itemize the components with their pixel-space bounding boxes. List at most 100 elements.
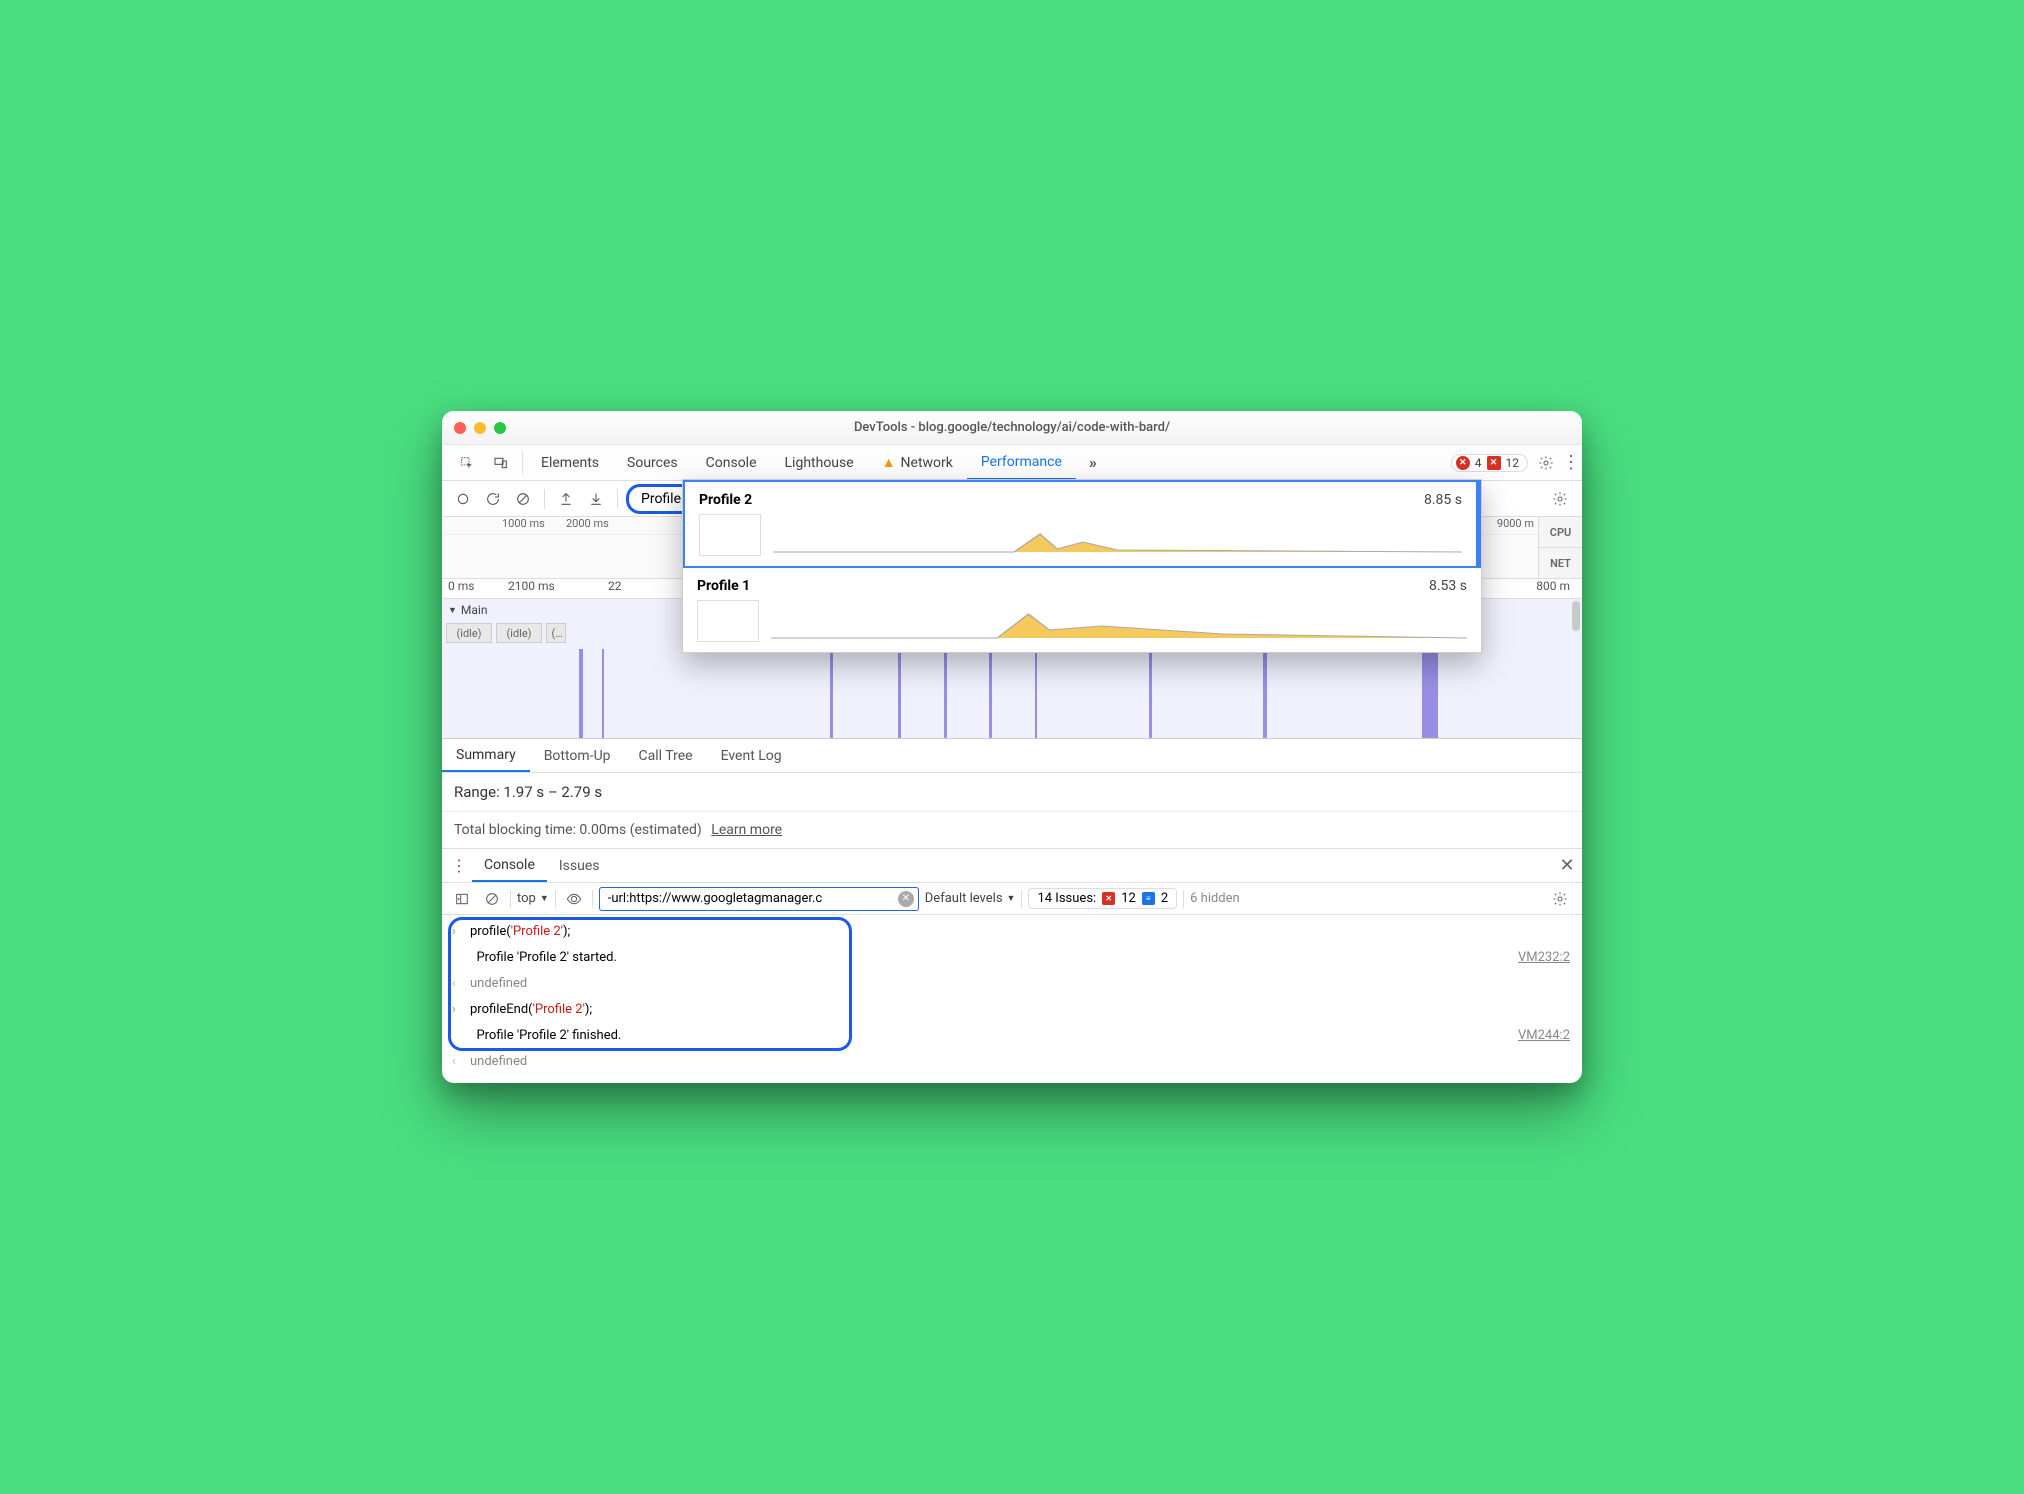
more-tabs-icon[interactable]: » <box>1076 445 1110 480</box>
devtools-window: DevTools - blog.google/technology/ai/cod… <box>442 411 1582 1083</box>
console-glyph <box>452 947 470 969</box>
titlebar: DevTools - blog.google/technology/ai/cod… <box>442 411 1582 445</box>
profile-duration: 8.85 s <box>1424 492 1462 508</box>
blocking-time-row: Total blocking time: 0.00ms (estimated) … <box>442 812 1582 849</box>
console-filter-input[interactable]: -url:https://www.googletagmanager.c ✕ <box>599 887 919 911</box>
scrollbar-thumb[interactable] <box>1572 601 1580 631</box>
collapse-icon: ▼ <box>448 605 457 616</box>
clear-filter-icon[interactable]: ✕ <box>898 891 914 907</box>
cpu-label: CPU <box>1539 517 1582 548</box>
live-expression-icon[interactable] <box>562 891 586 907</box>
issue-info-icon: ≡ <box>1142 892 1155 905</box>
console-text: profile('Profile 2'); <box>470 921 1570 943</box>
issues-count: 12 <box>1506 456 1520 470</box>
console-glyph <box>452 1025 470 1047</box>
chevron-down-icon: ▼ <box>1007 893 1016 904</box>
context-label: top <box>517 891 536 906</box>
profile-duration: 8.53 s <box>1429 578 1467 594</box>
profile-item-1[interactable]: Profile 1 8.53 s <box>683 568 1481 652</box>
drawer-tab-issues[interactable]: Issues <box>547 849 612 882</box>
reload-record-icon[interactable] <box>480 486 506 512</box>
console-glyph: › <box>452 999 470 1021</box>
drawer-tab-console[interactable]: Console <box>472 849 547 882</box>
console-settings-icon[interactable] <box>1546 891 1574 907</box>
tick-label: 2000 ms <box>562 517 682 534</box>
profile-wave <box>771 600 1467 640</box>
chevron-down-icon: ▼ <box>540 893 549 904</box>
issue-error-icon: ✕ <box>1102 892 1115 905</box>
tick-label: 0 ms <box>442 579 502 598</box>
download-icon[interactable] <box>583 486 609 512</box>
errors-badge[interactable]: ✕ 4 ✕ 12 <box>1451 454 1528 472</box>
console-line[interactable]: Profile 'Profile 2' started.VM232:2 <box>442 945 1582 971</box>
issues-err-count: 12 <box>1121 891 1136 906</box>
console-line[interactable]: Profile 'Profile 2' finished.VM244:2 <box>442 1023 1582 1049</box>
settings-icon[interactable] <box>1532 445 1560 480</box>
source-link[interactable]: VM244:2 <box>1518 1025 1570 1047</box>
console-sidebar-icon[interactable] <box>450 891 474 907</box>
console-text: undefined <box>470 973 1570 995</box>
record-icon[interactable] <box>450 486 476 512</box>
main-label-text: Main <box>461 603 488 617</box>
console-toolbar: top ▼ -url:https://www.googletagmanager.… <box>442 883 1582 915</box>
console-glyph: ‹ <box>452 973 470 995</box>
source-link[interactable]: VM232:2 <box>1518 947 1570 969</box>
learn-more-link[interactable]: Learn more <box>711 822 782 838</box>
console-clear-icon[interactable] <box>480 891 504 907</box>
tab-call-tree[interactable]: Call Tree <box>625 739 707 772</box>
drawer-kebab-icon[interactable]: ⋮ <box>446 849 472 882</box>
issues-info-count: 2 <box>1161 891 1168 906</box>
summary-tabs: Summary Bottom-Up Call Tree Event Log <box>442 739 1582 773</box>
log-levels-select[interactable]: Default levels ▼ <box>925 891 1016 906</box>
kebab-menu-icon[interactable]: ⋮ <box>1560 445 1582 480</box>
profile-thumbnail <box>699 514 761 556</box>
device-toggle-icon[interactable] <box>484 445 518 480</box>
idle-block[interactable]: (idle) <box>446 623 492 643</box>
tick-label: 1000 ms <box>442 517 562 534</box>
idle-block[interactable]: (idle) <box>496 623 542 643</box>
tab-sources[interactable]: Sources <box>613 445 692 480</box>
upload-icon[interactable] <box>553 486 579 512</box>
main-tabs: Elements Sources Console Lighthouse ▲ Ne… <box>442 445 1582 481</box>
inspect-icon[interactable] <box>450 445 484 480</box>
profile-name: Profile 2 <box>699 492 752 508</box>
task-block[interactable]: (… <box>546 623 566 643</box>
flame-strips <box>442 649 1582 738</box>
tab-console[interactable]: Console <box>692 445 771 480</box>
console-glyph: › <box>452 921 470 943</box>
console-text: profileEnd('Profile 2'); <box>470 999 1570 1021</box>
tick-label: 9000 m <box>1493 517 1534 534</box>
perf-settings-icon[interactable] <box>1546 491 1574 507</box>
clear-icon[interactable] <box>510 486 536 512</box>
console-line[interactable]: ‹undefined <box>442 1049 1582 1075</box>
issue-error-icon: ✕ <box>1487 456 1501 470</box>
console-line[interactable]: ›profileEnd('Profile 2'); <box>442 997 1582 1023</box>
net-label: NET <box>1539 548 1582 578</box>
overview-right-labels: CPU NET <box>1538 517 1582 578</box>
close-drawer-icon[interactable]: ✕ <box>1552 849 1582 882</box>
profile-item-2[interactable]: Profile 2 8.85 s <box>683 480 1481 568</box>
console-text: Profile 'Profile 2' started. <box>470 947 1518 969</box>
context-selector[interactable]: top ▼ <box>517 891 549 906</box>
hidden-count[interactable]: 6 hidden <box>1190 891 1240 906</box>
profile-dropdown: Profile 2 8.85 s Profile 1 8.53 s <box>682 479 1482 653</box>
tab-lighthouse[interactable]: Lighthouse <box>771 445 868 480</box>
main-thread-label[interactable]: ▼ Main <box>448 603 487 617</box>
tab-bottom-up[interactable]: Bottom-Up <box>530 739 625 772</box>
tab-elements[interactable]: Elements <box>527 445 613 480</box>
error-icon: ✕ <box>1456 456 1470 470</box>
console-body[interactable]: ›profile('Profile 2'); Profile 'Profile … <box>442 915 1582 1083</box>
blocking-text: Total blocking time: 0.00ms (estimated) <box>454 822 702 838</box>
tab-network-label: Network <box>901 455 953 471</box>
tab-performance[interactable]: Performance <box>967 445 1076 480</box>
console-glyph: ‹ <box>452 1051 470 1073</box>
tab-event-log[interactable]: Event Log <box>707 739 796 772</box>
console-line[interactable]: ›profile('Profile 2'); <box>442 919 1582 945</box>
console-text: Profile 'Profile 2' finished. <box>470 1025 1518 1047</box>
console-line[interactable]: ‹undefined <box>442 971 1582 997</box>
tab-network[interactable]: ▲ Network <box>868 445 967 480</box>
profile-thumbnail <box>697 600 759 642</box>
tab-summary[interactable]: Summary <box>442 739 530 772</box>
issues-summary[interactable]: 14 Issues: ✕ 12 ≡ 2 <box>1028 888 1177 909</box>
drawer-tabs: ⋮ Console Issues ✕ <box>442 849 1582 883</box>
